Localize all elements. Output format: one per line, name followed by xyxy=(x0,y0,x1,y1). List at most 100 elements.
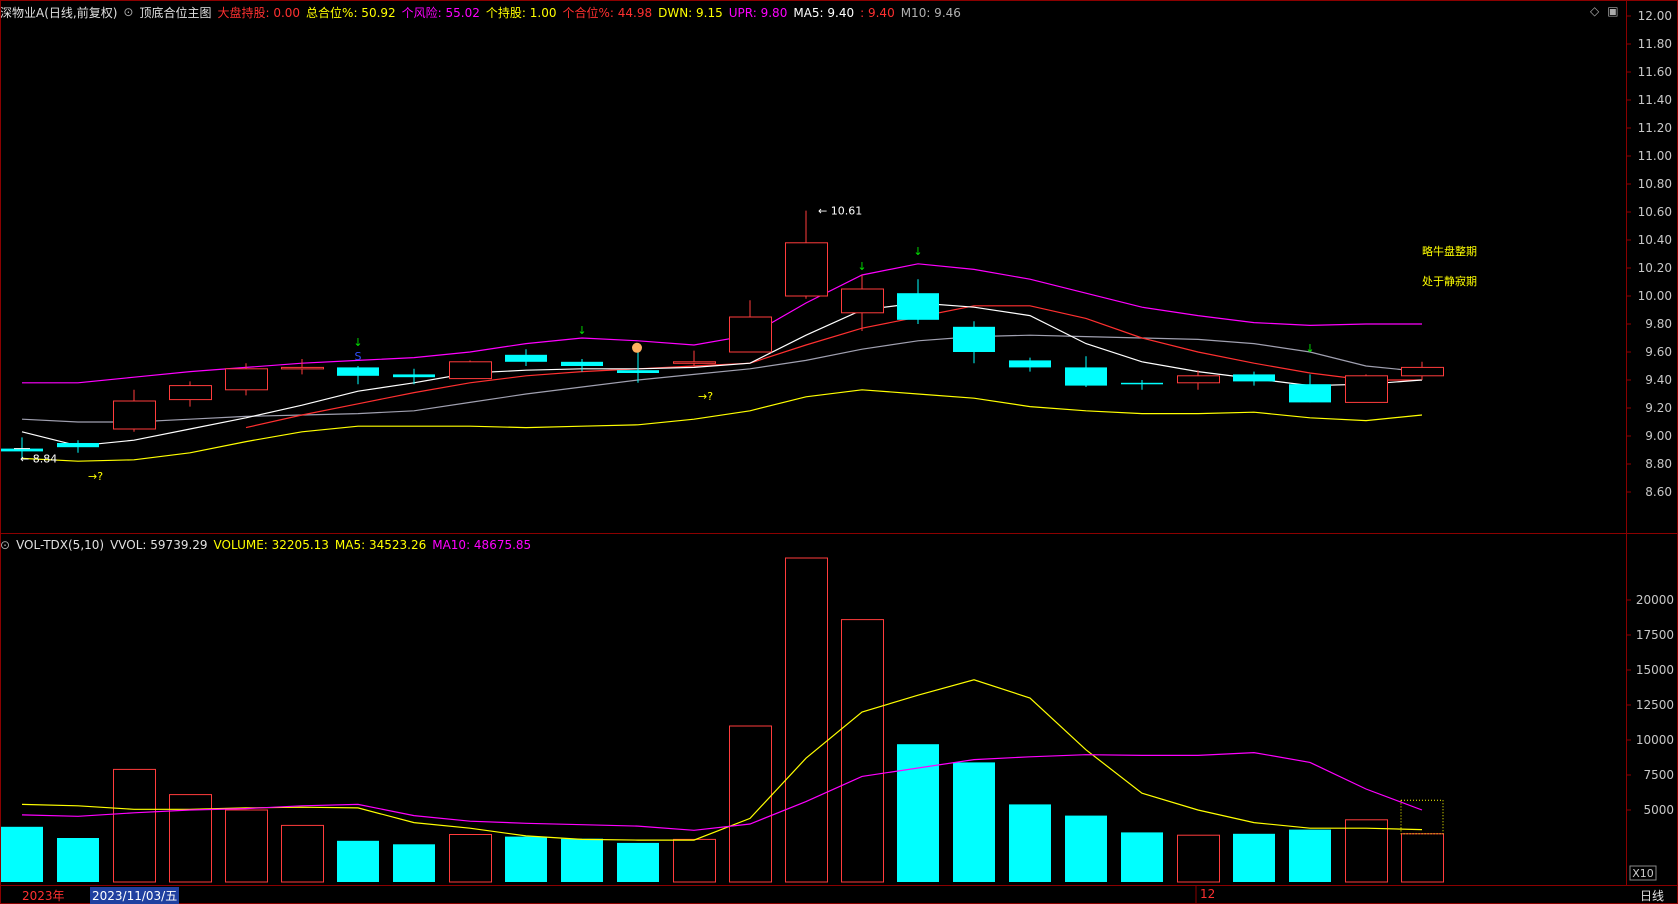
candle-body xyxy=(1121,382,1163,385)
price-tick-label: 9.80 xyxy=(1645,317,1672,331)
down-arrow-icon: ↓ xyxy=(1305,342,1314,355)
volume-tick-label: 17500 xyxy=(1636,628,1674,642)
volume-bar xyxy=(1,826,43,882)
status-text-2: 处于静寂期 xyxy=(1422,274,1477,288)
candle xyxy=(617,349,659,383)
volume-bar xyxy=(505,836,547,882)
candle-body xyxy=(1177,375,1220,384)
candle-body xyxy=(729,316,772,353)
signal-dot-icon xyxy=(632,342,642,353)
status-text-1: 略牛盘整期 xyxy=(1422,244,1477,258)
volume-tick-label: 12500 xyxy=(1636,698,1674,712)
price-tick-label: 8.60 xyxy=(1645,485,1672,499)
price-tick-label: 10.60 xyxy=(1638,205,1672,219)
volume-bar xyxy=(673,838,716,883)
volume-bar xyxy=(1065,815,1107,882)
price-tick-label: 9.00 xyxy=(1645,429,1672,443)
candle-body xyxy=(449,361,492,380)
volume-bar xyxy=(113,768,156,883)
down-arrow-icon: ↓ xyxy=(857,260,866,273)
x10-label: X10 xyxy=(1632,867,1654,880)
month-label: 12 xyxy=(1200,887,1216,901)
candle xyxy=(1345,374,1388,403)
high-price-label: ← 10.61 xyxy=(818,205,862,218)
dwn-line xyxy=(21,389,1423,462)
volume-tick-label: 5000 xyxy=(1643,803,1674,817)
candle-body xyxy=(393,374,435,378)
candle xyxy=(1289,374,1331,403)
candle xyxy=(785,210,828,299)
candle-body xyxy=(897,293,939,320)
candle-body xyxy=(1289,384,1331,403)
candle xyxy=(113,389,156,432)
candle-body xyxy=(1009,360,1051,368)
candle-body xyxy=(337,367,379,376)
year-label: 2023年 xyxy=(22,889,65,903)
price-tick-label: 10.00 xyxy=(1638,289,1672,303)
candle-body xyxy=(953,326,995,352)
stock-chart[interactable]: 12.00 11.80 11.60 11.40 11.20 11.00 10.80 10.60… xyxy=(0,0,1678,904)
down-arrow-icon: ↓ xyxy=(913,245,922,258)
volume-bar xyxy=(393,844,435,882)
price-tick-label: 10.80 xyxy=(1638,177,1672,191)
candle xyxy=(393,368,435,385)
volume-bar xyxy=(337,840,379,882)
price-tick-label: 11.40 xyxy=(1638,93,1672,107)
price-tick-label: 11.20 xyxy=(1638,121,1672,135)
candle xyxy=(729,300,772,353)
volume-bar xyxy=(57,838,99,882)
period-label[interactable]: 日线 xyxy=(1640,887,1664,904)
candle xyxy=(1009,357,1051,372)
candle xyxy=(1233,371,1275,386)
volume-bar xyxy=(953,762,995,882)
volume-bar xyxy=(1177,834,1220,883)
volume-bar xyxy=(449,834,492,883)
price-tick-label: 11.80 xyxy=(1638,37,1672,51)
candle xyxy=(841,275,884,331)
candle xyxy=(169,381,212,407)
candle xyxy=(897,279,939,324)
volume-bar xyxy=(1401,833,1444,883)
candle-body xyxy=(281,366,324,370)
volume-bar xyxy=(281,824,324,883)
s-signal-label: S xyxy=(355,350,362,363)
volume-bar xyxy=(225,809,268,883)
price-tick-label: 11.60 xyxy=(1638,65,1672,79)
volume-tick-label: 20000 xyxy=(1636,593,1674,607)
volume-tick-label: 10000 xyxy=(1636,733,1674,747)
price-tick-label: 11.00 xyxy=(1638,149,1672,163)
candle xyxy=(673,350,716,366)
candle-body xyxy=(673,361,716,364)
candle-body xyxy=(505,354,547,362)
volume-bar xyxy=(897,744,939,882)
candle xyxy=(1065,356,1107,387)
candle-body xyxy=(1065,367,1107,386)
volume-bar xyxy=(841,619,884,883)
candle xyxy=(337,366,379,385)
volume-bar xyxy=(1009,804,1051,882)
volume-bar xyxy=(1289,829,1331,882)
chart-frame xyxy=(0,0,1678,904)
candle-body xyxy=(841,288,884,314)
price-tick-label: 12.00 xyxy=(1638,9,1672,23)
volume-bar xyxy=(729,725,772,883)
candle xyxy=(953,321,995,364)
candle xyxy=(1401,361,1444,380)
volume-bar xyxy=(1121,832,1163,882)
candle xyxy=(505,349,547,366)
volume-tick-label: 15000 xyxy=(1636,663,1674,677)
volume-bar xyxy=(561,838,603,882)
volume-bar xyxy=(169,794,212,883)
volume-tick-label: 7500 xyxy=(1643,768,1674,782)
candle-body xyxy=(57,443,99,448)
cursor-date: 2023/11/03/五 xyxy=(90,887,180,904)
candle xyxy=(281,359,324,375)
candle-body xyxy=(617,370,659,373)
candle-body xyxy=(1401,366,1444,377)
candle-body xyxy=(1233,374,1275,382)
volume-bar xyxy=(785,557,828,883)
down-arrow-icon: ↓ xyxy=(577,324,586,337)
price-tick-label: 10.40 xyxy=(1638,233,1672,247)
price-tick-label: 9.20 xyxy=(1645,401,1672,415)
price-tick-label: 9.40 xyxy=(1645,373,1672,387)
